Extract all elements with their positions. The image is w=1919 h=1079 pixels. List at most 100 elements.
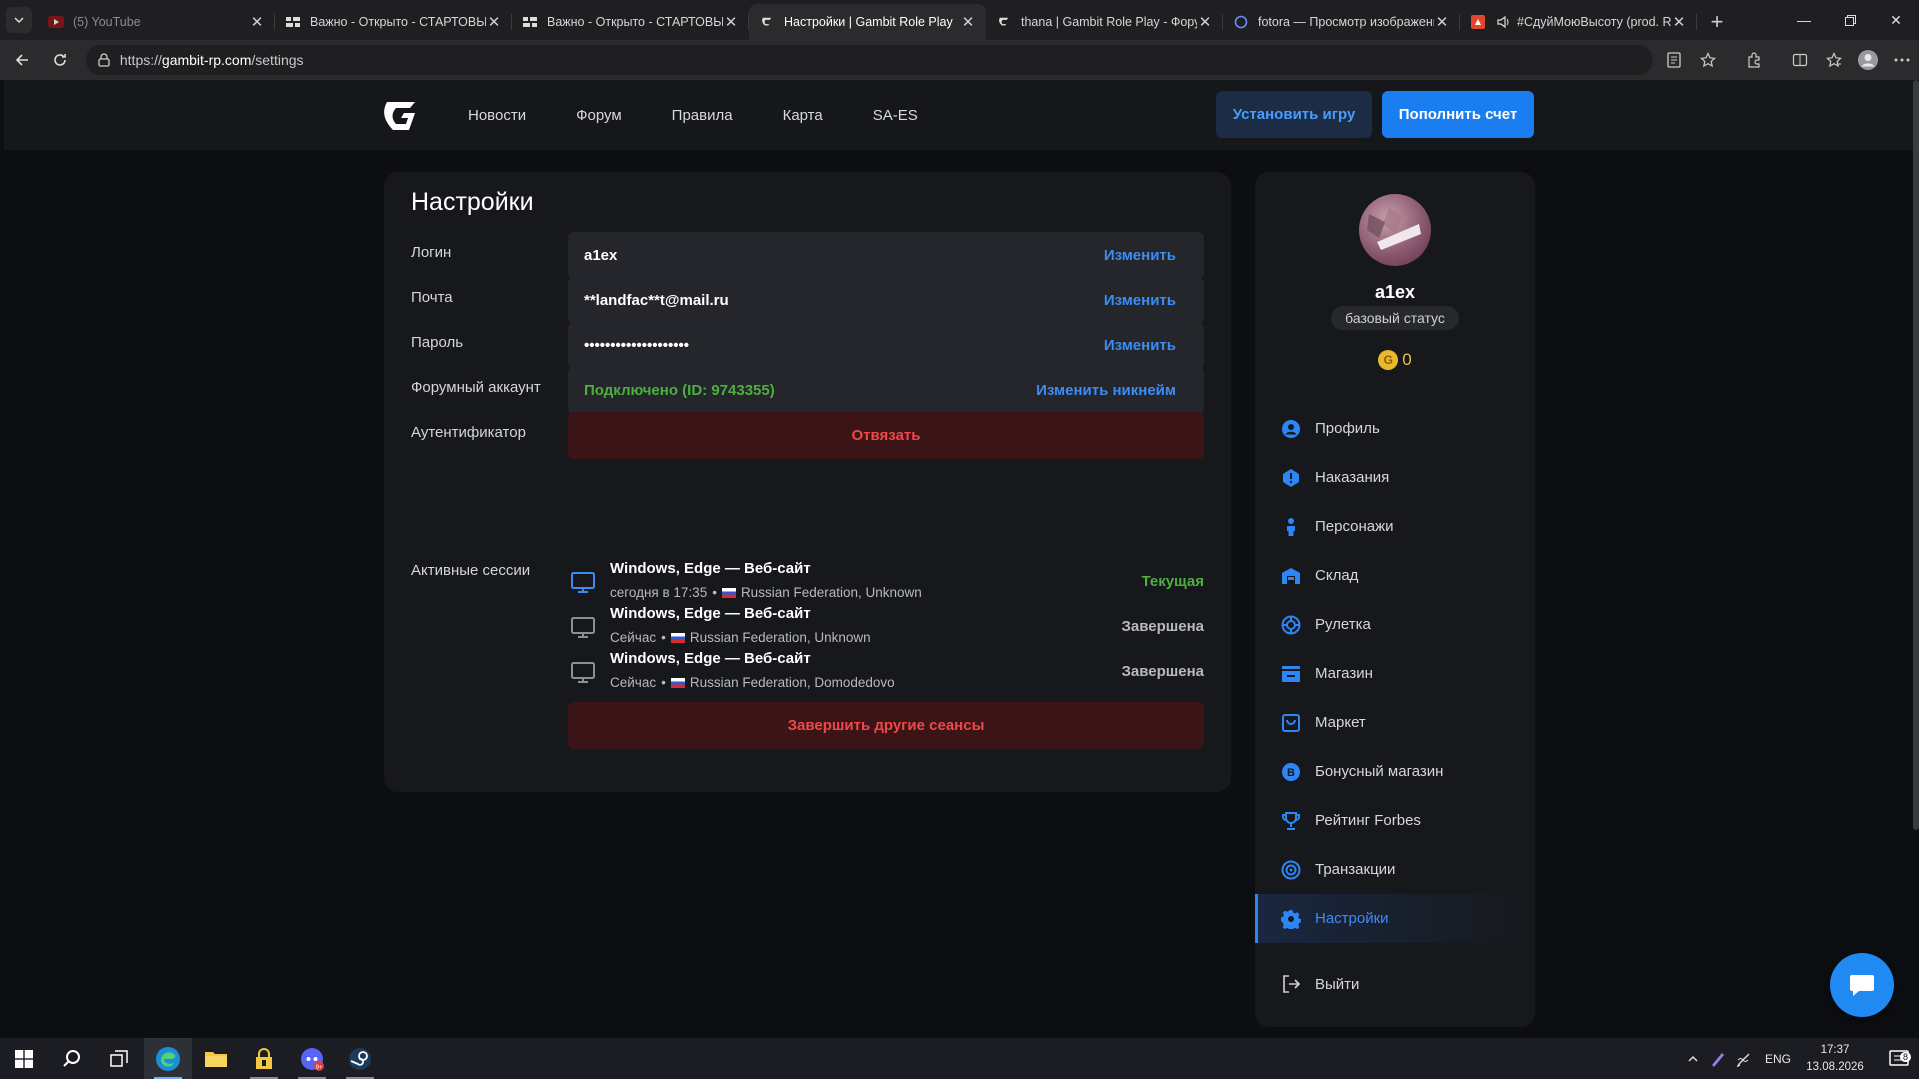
change-email-link[interactable]: Изменить xyxy=(1104,292,1176,309)
close-tab-icon[interactable]: ✕ xyxy=(1197,13,1213,31)
nav-link-sa-es[interactable]: SA-ES xyxy=(873,107,918,124)
page-scrollbar[interactable] xyxy=(1913,80,1919,830)
sidebar-item-market[interactable]: Маркет xyxy=(1255,698,1535,747)
task-view-button[interactable] xyxy=(96,1038,144,1079)
session-row: Windows, Edge — Веб-сайт Сейчас • Russian … xyxy=(568,647,1204,697)
search-button[interactable] xyxy=(48,1038,96,1079)
restore-icon[interactable] xyxy=(1827,0,1873,40)
back-button[interactable] xyxy=(6,44,38,76)
change-nickname-link[interactable]: Изменить никнейм xyxy=(1036,382,1176,399)
session-details: Сейчас • Russian Federation, Domodedovo xyxy=(610,675,895,690)
logout-button[interactable]: Выйти xyxy=(1255,964,1535,1004)
forum-account-status: Подключено (ID: 9743355) xyxy=(584,382,775,399)
system-tray: ENG 17:37 13.08.2026 8 xyxy=(1681,1038,1919,1079)
reader-mode-icon[interactable] xyxy=(1657,44,1691,76)
url-host: gambit-rp.com xyxy=(161,52,252,68)
nav-link-forum[interactable]: Форум xyxy=(576,107,622,124)
music-icon xyxy=(1470,14,1486,30)
circle-icon xyxy=(1233,14,1249,30)
support-chat-button[interactable] xyxy=(1830,953,1894,1017)
sidebar-item-shop[interactable]: Магазин xyxy=(1255,649,1535,698)
browser-tab[interactable]: Важно - Открыто - СТАРТОВЫЙ С ✕ xyxy=(512,4,749,40)
sidebar-item-warehouse[interactable]: Склад xyxy=(1255,551,1535,600)
new-tab-button[interactable]: + xyxy=(1697,4,1737,40)
discord-icon: 9+ xyxy=(301,1047,324,1071)
forum-account-label: Форумный аккаунт xyxy=(411,379,541,396)
change-password-link[interactable]: Изменить xyxy=(1104,337,1176,354)
sidebar-item-bonus-shop[interactable]: B Бонусный магазин xyxy=(1255,747,1535,796)
browser-tab[interactable]: thana | Gambit Role Play - Форум ✕ xyxy=(986,4,1223,40)
minimize-icon[interactable]: — xyxy=(1781,0,1827,40)
password-label: Пароль xyxy=(411,334,464,351)
browser-tab[interactable]: Важно - Открыто - СТАРТОВЫЙ С ✕ xyxy=(275,4,512,40)
speaker-icon[interactable] xyxy=(1495,14,1511,30)
sidebar-item-characters[interactable]: Персонажи xyxy=(1255,502,1535,551)
favorite-star-icon[interactable] xyxy=(1691,44,1725,76)
more-menu-icon[interactable] xyxy=(1885,44,1919,76)
russia-flag-icon xyxy=(670,677,685,688)
tab-actions-button[interactable] xyxy=(0,0,38,40)
change-login-link[interactable]: Изменить xyxy=(1104,247,1176,264)
extensions-icon[interactable] xyxy=(1737,44,1771,76)
unlink-authenticator-button[interactable]: Отвязать xyxy=(568,412,1204,459)
close-tab-icon[interactable]: ✕ xyxy=(723,13,739,31)
profile-avatar-icon[interactable] xyxy=(1851,44,1885,76)
warehouse-icon xyxy=(1279,564,1303,588)
gambit-icon xyxy=(759,14,775,30)
sidebar-item-label: Склад xyxy=(1315,567,1359,584)
tab-title: Настройки | Gambit Role Play xyxy=(784,15,953,29)
input-language[interactable]: ENG xyxy=(1765,1052,1791,1066)
install-game-button[interactable]: Установить игру xyxy=(1216,91,1372,138)
pen-icon[interactable] xyxy=(1705,1051,1731,1067)
close-tab-icon[interactable]: ✕ xyxy=(249,13,265,31)
clock[interactable]: 17:37 13.08.2026 xyxy=(1803,1042,1867,1076)
sidebar-item-label: Рулетка xyxy=(1315,616,1371,633)
refresh-icon xyxy=(54,54,66,66)
close-tab-icon[interactable]: ✕ xyxy=(486,13,502,31)
browser-tab[interactable]: (5) YouTube ✕ xyxy=(38,4,275,40)
sidebar-item-label: Профиль xyxy=(1315,420,1380,437)
close-window-icon[interactable]: ✕ xyxy=(1873,0,1919,40)
nav-link-news[interactable]: Новости xyxy=(468,107,526,124)
user-icon xyxy=(1279,417,1303,441)
pen-ink-icon[interactable] xyxy=(1731,1051,1757,1067)
browser-tab[interactable]: fotora — Просмотр изображени ✕ xyxy=(1223,4,1460,40)
sidebar-item-transactions[interactable]: Транзакции xyxy=(1255,845,1535,894)
taskbar-steam[interactable] xyxy=(336,1038,384,1079)
chevron-up-icon[interactable] xyxy=(1681,1053,1705,1065)
nav-link-map[interactable]: Карта xyxy=(783,107,823,124)
url-input[interactable]: https://gambit-rp.com/settings xyxy=(85,45,1653,75)
taskbar-edge[interactable] xyxy=(144,1038,192,1079)
email-field: **landfac**t@mail.ru Изменить xyxy=(568,277,1204,324)
end-other-sessions-button[interactable]: Завершить другие сеансы xyxy=(568,702,1204,749)
gambit-logo[interactable] xyxy=(381,96,421,136)
transactions-icon xyxy=(1279,858,1303,882)
bag-icon xyxy=(1279,711,1303,735)
browser-tab-active[interactable]: Настройки | Gambit Role Play ✕ xyxy=(749,4,986,40)
sidebar-item-punishments[interactable]: Наказания xyxy=(1255,453,1535,502)
close-tab-icon[interactable]: ✕ xyxy=(1434,13,1450,31)
close-tab-icon[interactable]: ✕ xyxy=(960,13,976,31)
collections-icon[interactable] xyxy=(1817,44,1851,76)
avatar[interactable] xyxy=(1359,194,1431,266)
session-title: Windows, Edge — Веб-сайт xyxy=(610,650,811,667)
roulette-icon xyxy=(1279,613,1303,637)
start-button[interactable] xyxy=(0,1038,48,1079)
refresh-button[interactable] xyxy=(44,44,76,76)
split-screen-icon[interactable] xyxy=(1783,44,1817,76)
lock-icon[interactable] xyxy=(98,53,110,67)
username: a1ex xyxy=(1374,282,1416,302)
taskbar-explorer[interactable] xyxy=(192,1038,240,1079)
sidebar-item-settings[interactable]: Настройки xyxy=(1255,894,1535,943)
close-tab-icon[interactable]: ✕ xyxy=(1671,13,1687,31)
sidebar-item-roulette[interactable]: Рулетка xyxy=(1255,600,1535,649)
edge-icon xyxy=(156,1046,180,1071)
nav-link-rules[interactable]: Правила xyxy=(672,107,733,124)
taskbar-app-lock[interactable] xyxy=(240,1038,288,1079)
sidebar-item-profile[interactable]: Профиль xyxy=(1255,404,1535,453)
top-up-button[interactable]: Пополнить счет xyxy=(1382,91,1534,138)
sidebar-item-forbes[interactable]: Рейтинг Forbes xyxy=(1255,796,1535,845)
browser-tab[interactable]: #СдуйМоюВысоту (prod. Ro ✕ xyxy=(1460,4,1697,40)
notifications-icon[interactable]: 8 xyxy=(1879,1049,1919,1068)
taskbar-discord[interactable]: 9+ xyxy=(288,1038,336,1079)
